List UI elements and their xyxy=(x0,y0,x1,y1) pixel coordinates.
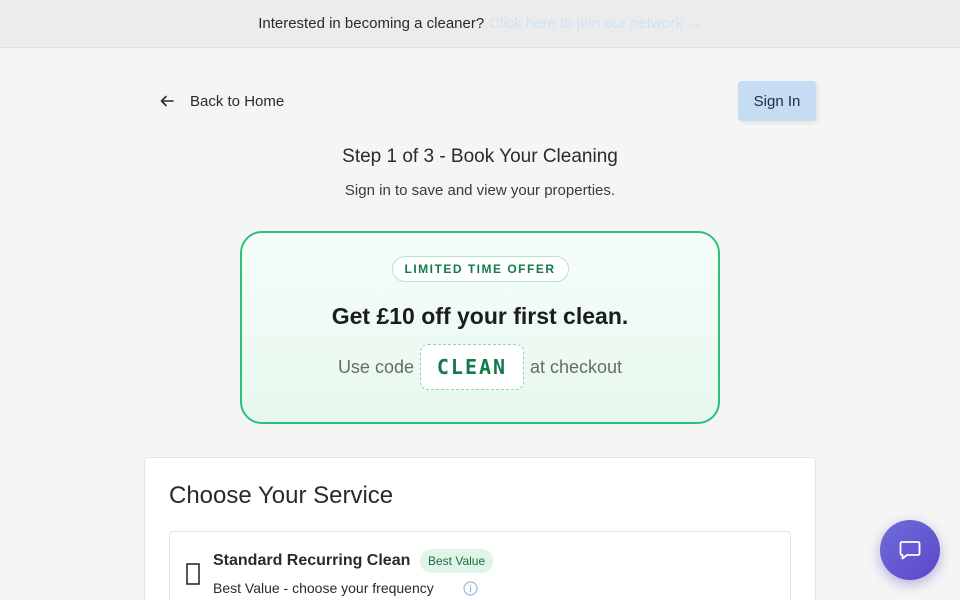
join-network-link[interactable]: Click here to join our network → xyxy=(489,15,702,32)
limited-time-badge: LIMITED TIME OFFER xyxy=(391,256,569,282)
offer-code-row: Use code CLEAN at checkout xyxy=(242,344,718,390)
offer-code-suffix: at checkout xyxy=(529,356,623,377)
promo-code[interactable]: CLEAN xyxy=(419,344,524,390)
service-selection-card: Choose Your Service Standard Recurring C… xyxy=(144,457,816,600)
recruitment-banner: Interested in becoming a cleaner? Click … xyxy=(0,0,960,48)
service-section-title: Choose Your Service xyxy=(169,482,394,509)
sign-in-button[interactable]: Sign In xyxy=(738,81,816,121)
step-title: Step 1 of 3 - Book Your Cleaning xyxy=(342,146,618,167)
banner-text: Interested in becoming a cleaner? xyxy=(258,15,485,32)
chat-button[interactable] xyxy=(880,520,940,580)
service-option-name: Standard Recurring Clean xyxy=(213,552,411,569)
broken-glyph-icon xyxy=(186,563,200,585)
service-option-standard-recurring[interactable]: Standard Recurring Clean Best Value Best… xyxy=(169,531,791,600)
arrow-left-icon xyxy=(160,95,174,107)
header-row: Back to Home Sign In xyxy=(144,81,816,121)
back-to-home-label: Back to Home xyxy=(190,92,285,110)
back-to-home-link[interactable]: Back to Home xyxy=(160,93,284,110)
info-icon[interactable] xyxy=(463,581,478,596)
offer-headline: Get £10 off your first clean. xyxy=(331,303,629,329)
chat-bubble-icon xyxy=(899,541,921,560)
offer-code-prefix: Use code xyxy=(337,356,414,377)
promo-offer-card: LIMITED TIME OFFER Get £10 off your firs… xyxy=(240,231,720,424)
service-option-description: Best Value - choose your frequency xyxy=(213,580,434,596)
best-value-badge: Best Value xyxy=(420,549,494,573)
step-subtitle: Sign in to save and view your properties… xyxy=(344,182,616,199)
